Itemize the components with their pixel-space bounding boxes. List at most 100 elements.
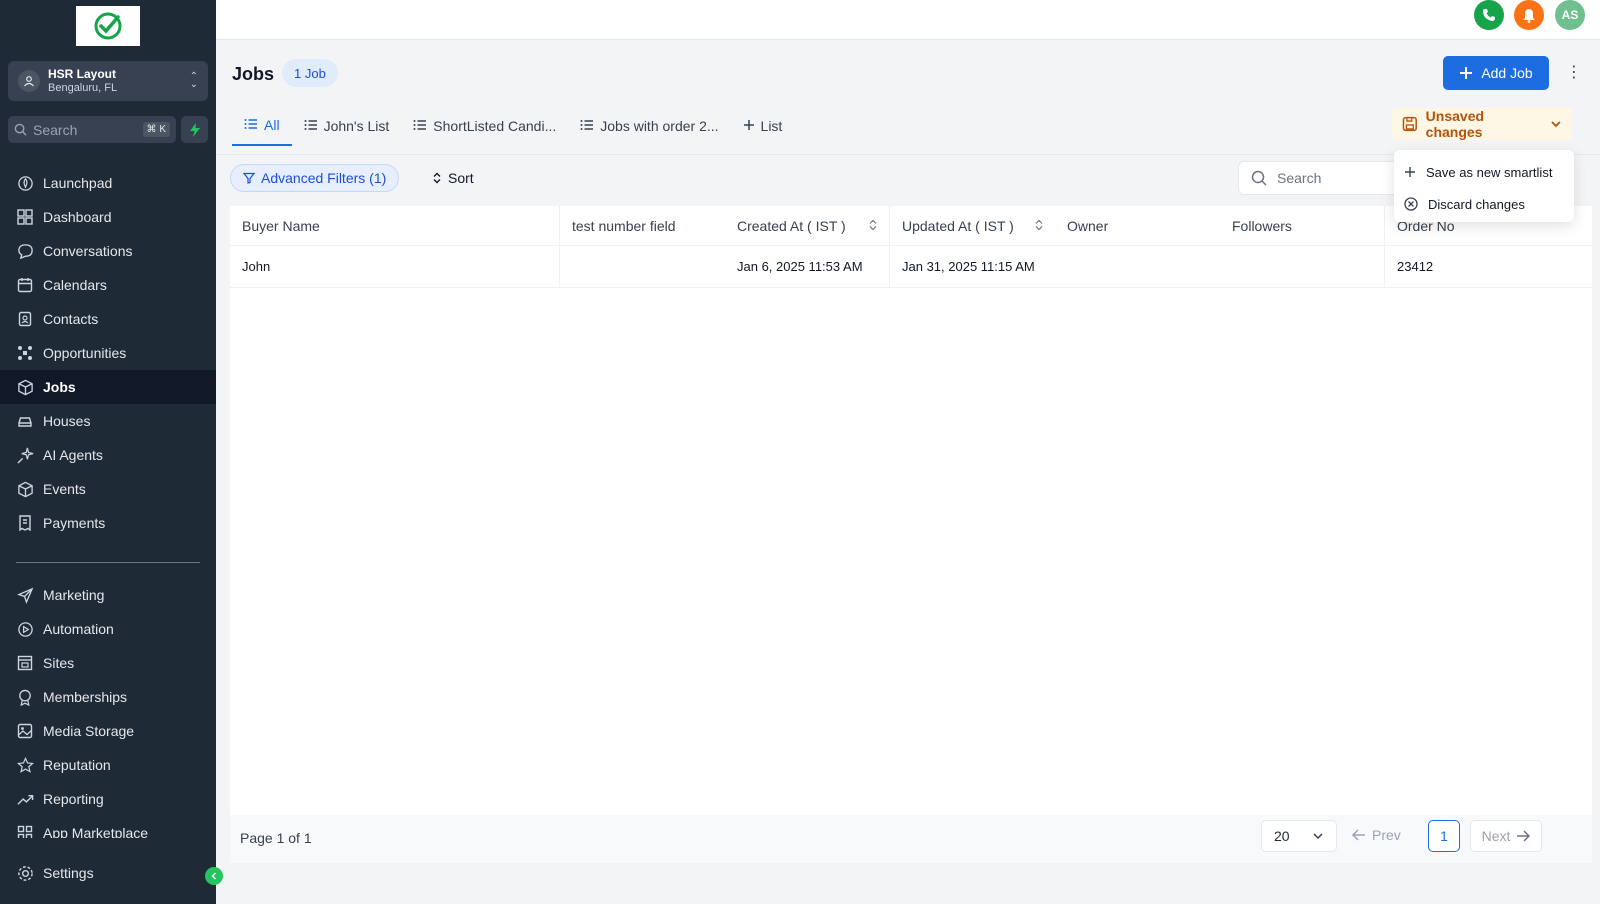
sort-icon[interactable] [869,218,877,234]
tab-all[interactable]: All [232,106,292,146]
list-icon [304,118,318,134]
column-label: Owner [1067,217,1109,234]
prev-page-button[interactable]: Prev [1352,827,1401,843]
box-icon [16,480,34,498]
add-job-label: Add Job [1481,65,1533,81]
sort-icon[interactable] [1035,218,1043,234]
prev-label: Prev [1372,827,1401,843]
sidebar-item-app-marketplace[interactable]: App Marketplace [0,816,216,838]
location-switcher[interactable]: HSR Layout Bengaluru, FL ⌃ ⌄ [8,61,208,101]
advanced-filters-button[interactable]: Advanced Filters (1) [230,164,400,192]
page-title: Jobs [232,64,275,84]
brand-logo[interactable] [76,6,140,46]
sidebar-item-calendars[interactable]: Calendars [0,268,216,302]
x-circle-icon [1404,197,1418,211]
sidebar-search[interactable]: Search ⌘ K [8,116,176,143]
table-row[interactable]: John Jan 6, 2025 11:53 AM Jan 31, 2025 11:… [230,246,1592,288]
column-label: Created At ( IST ) [737,217,846,234]
sidebar-item-contacts[interactable]: Contacts [0,302,216,336]
notifications-button[interactable] [1514,0,1544,30]
phone-icon [1483,9,1495,21]
tab-jobs-with-order-2[interactable]: Jobs with order 2... [568,106,730,146]
sidebar-item-label: Reputation [43,757,111,773]
menu-item-label: Discard changes [1428,196,1525,212]
location-icon [18,70,40,92]
column-header-created-at-ist[interactable]: Created At ( IST ) [725,206,890,245]
list-icon [413,118,427,134]
sidebar-item-ai-agents[interactable]: AI Agents [0,438,216,472]
sidebar-item-opportunities[interactable]: Opportunities [0,336,216,370]
sidebar-item-marketing[interactable]: Marketing [0,578,216,612]
sidebar-item-automation[interactable]: Automation [0,612,216,646]
sidebar-item-label: Houses [43,413,91,429]
next-page-button[interactable]: Next [1470,820,1542,852]
sidebar-item-houses[interactable]: Houses [0,404,216,438]
sidebar-item-sites[interactable]: Sites [0,646,216,680]
automation-icon [16,620,34,638]
sidebar-item-label: Marketing [43,587,105,603]
tabs-divider [216,154,1600,155]
tab-john-s-list[interactable]: John's List [292,106,402,146]
gear-icon [16,864,34,882]
location-name: HSR Layout [48,67,117,81]
quick-actions-button[interactable] [181,116,208,143]
tab-shortlisted-candi[interactable]: ShortListed Candi... [401,106,568,146]
page-number-button[interactable]: 1 [1428,820,1460,852]
badge-icon [16,688,34,706]
save-as-smartlist-item[interactable]: Save as new smartlist [1394,156,1574,188]
sidebar-item-reputation[interactable]: Reputation [0,748,216,782]
column-header-updated-at-ist[interactable]: Updated At ( IST ) [890,206,1055,245]
receipt-icon [16,514,34,532]
sidebar-item-memberships[interactable]: Memberships [0,680,216,714]
column-header-test-number-field: test number field [560,206,725,245]
pagination-bar: Page 1 of 1 20 Prev 1 Next [230,815,1592,863]
chevron-down-icon [1551,121,1561,128]
jobs-search-input[interactable]: Search [1238,161,1398,195]
opportunities-icon [16,344,34,362]
discard-changes-item[interactable]: Discard changes [1394,188,1574,220]
list-icon [244,117,258,133]
sidebar-item-payments[interactable]: Payments [0,506,216,540]
bell-icon [1523,8,1535,23]
sidebar-item-media-storage[interactable]: Media Storage [0,714,216,748]
add-list-tab[interactable]: List [731,106,795,146]
table-header: Buyer Name test number field Created At ( … [230,206,1592,246]
cell-buyer: John [230,246,560,287]
per-page-select[interactable]: 20 [1261,820,1337,852]
sidebar-item-conversations[interactable]: Conversations [0,234,216,268]
phone-button[interactable] [1474,0,1504,30]
topbar: AS [216,0,1600,40]
sidebar-item-jobs[interactable]: Jobs [0,370,216,404]
sidebar-item-label: Jobs [43,379,76,395]
smartlist-tabs: All John's List ShortListed Candi... Jobs w… [232,106,794,146]
sidebar-item-events[interactable]: Events [0,472,216,506]
sort-button[interactable]: Sort [424,164,482,192]
column-header-owner: Owner [1055,206,1220,245]
sidebar-item-label: Payments [43,515,106,531]
sidebar-item-reporting[interactable]: Reporting [0,782,216,816]
tab-label: List [760,118,783,134]
more-options-icon[interactable]: ⋮ [1566,62,1582,82]
dashboard-icon [16,208,34,226]
plus-icon [1460,67,1473,79]
sidebar-item-settings[interactable]: Settings [0,856,216,890]
sidebar-item-launchpad[interactable]: Launchpad [0,166,216,200]
location-subtitle: Bengaluru, FL [48,82,118,94]
user-avatar[interactable]: AS [1555,0,1585,30]
sidebar-item-dashboard[interactable]: Dashboard [0,200,216,234]
contacts-icon [16,310,34,328]
sidebar-item-label: Reporting [43,791,104,807]
sidebar-nav-footer: Settings [0,856,216,890]
send-icon [16,586,34,604]
cell-followers [1220,246,1385,287]
add-job-button[interactable]: Add Job [1443,56,1549,90]
main-content: Jobs 1 Job Add Job ⋮ All John's List Short… [216,40,1600,904]
unsaved-changes-menu: Save as new smartlist Discard changes [1394,150,1574,222]
unsaved-changes-button[interactable]: Unsaved changes [1392,108,1572,140]
sidebar-item-label: Opportunities [43,345,127,361]
column-header-buyer-name: Buyer Name [230,206,560,245]
sort-label: Sort [448,170,474,186]
arrow-left-icon [1352,829,1365,841]
chevron-updown-icon: ⌃ ⌄ [189,71,198,90]
sidebar-item-label: Events [43,481,86,497]
